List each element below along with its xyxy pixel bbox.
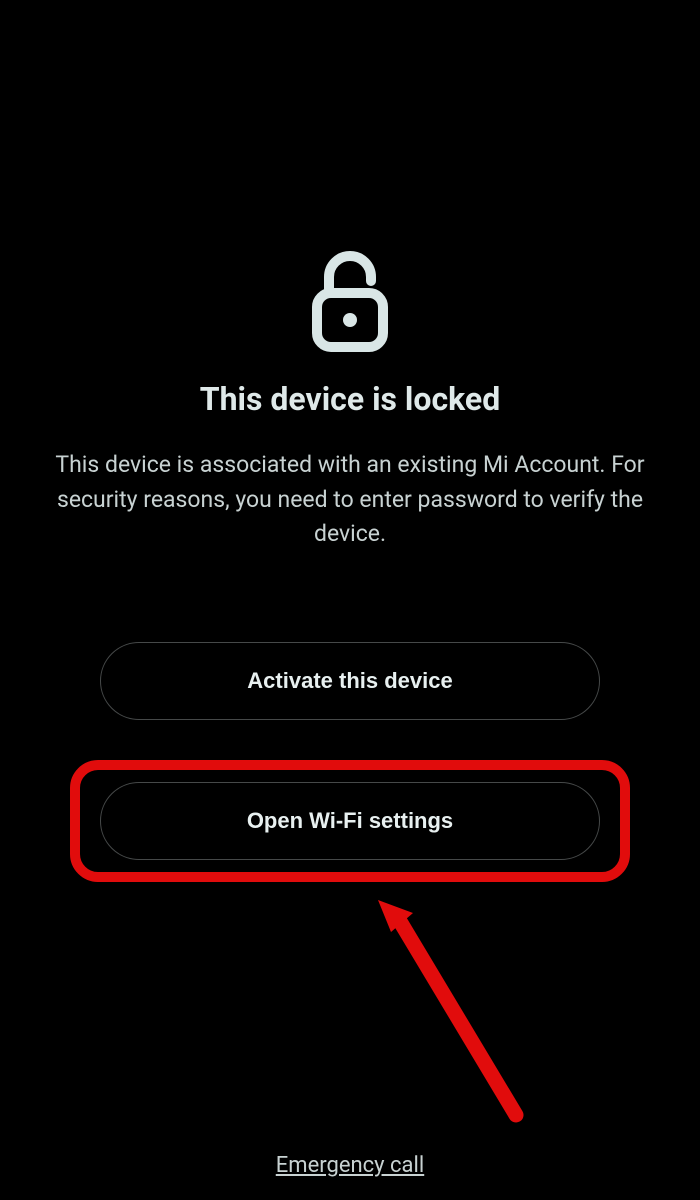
unlock-icon bbox=[300, 240, 400, 360]
lock-description: This device is associated with an existi… bbox=[40, 448, 660, 552]
lock-screen: This device is locked This device is ass… bbox=[0, 0, 700, 1200]
emergency-call-link[interactable]: Emergency call bbox=[0, 1153, 700, 1178]
open-wifi-settings-button[interactable]: Open Wi-Fi settings bbox=[100, 782, 600, 860]
highlight-annotation: Open Wi-Fi settings bbox=[70, 760, 630, 882]
button-group: Activate this device Open Wi-Fi settings bbox=[40, 642, 660, 882]
activate-device-button[interactable]: Activate this device bbox=[100, 642, 600, 720]
lock-title: This device is locked bbox=[200, 380, 500, 418]
